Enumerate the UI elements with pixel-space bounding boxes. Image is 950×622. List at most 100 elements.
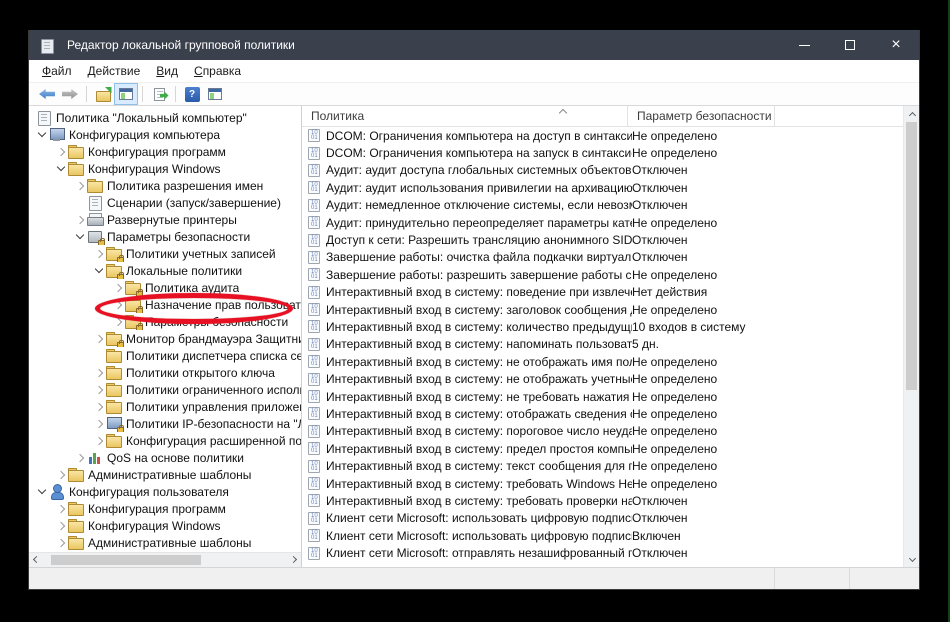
help-button[interactable] (181, 84, 203, 104)
policy-row[interactable]: Интерактивный вход в систему: заголовок … (302, 301, 903, 318)
tree-item[interactable]: Развернутые принтеры (29, 211, 301, 228)
policy-row[interactable]: Аудит: аудит доступа глобальных системны… (302, 162, 903, 179)
new-window-button[interactable] (204, 84, 226, 104)
vertical-scrollbar[interactable] (903, 106, 919, 567)
tree-item[interactable]: Административные шаблоны (29, 466, 301, 483)
chevron-right-icon[interactable] (73, 179, 86, 192)
forward-arrow-button[interactable] (59, 84, 81, 104)
scroll-down-icon[interactable] (905, 553, 918, 566)
policy-row[interactable]: Аудит: принудительно переопределяет пара… (302, 214, 903, 231)
tree-item[interactable]: Политики ограниченного исполь (29, 381, 301, 398)
policy-row[interactable]: Клиент сети Microsoft: использовать цифр… (302, 527, 903, 544)
tree-item-label: Политика разрешения имен (107, 179, 263, 193)
scroll-left-icon[interactable] (29, 553, 42, 566)
policy-row[interactable]: Интерактивный вход в систему: напоминать… (302, 336, 903, 353)
sec-icon (87, 229, 103, 244)
chevron-down-icon[interactable] (35, 128, 48, 141)
policy-row[interactable]: Аудит: аудит использования привилегии на… (302, 179, 903, 196)
export-list-button[interactable] (148, 84, 170, 104)
horizontal-scrollbar[interactable] (29, 552, 301, 567)
policy-icon (308, 425, 320, 438)
tree-item[interactable]: Политика "Локальный компьютер" (29, 109, 301, 126)
policy-row[interactable]: Интерактивный вход в систему: требовать … (302, 492, 903, 509)
chevron-right-icon[interactable] (92, 366, 105, 379)
chevron-right-icon[interactable] (54, 519, 67, 532)
policy-row[interactable]: Интерактивный вход в систему: отображать… (302, 405, 903, 422)
column-header-policy[interactable]: Политика (302, 106, 628, 126)
policy-row[interactable]: Доступ к сети: Разрешить трансляцию анон… (302, 231, 903, 248)
chevron-down-icon[interactable] (35, 485, 48, 498)
scroll-up-icon[interactable] (905, 107, 918, 120)
tree-item[interactable]: Конфигурация компьютера (29, 126, 301, 143)
policy-row[interactable]: DCOM: Ограничения компьютера на запуск в… (302, 144, 903, 161)
hscroll-thumb[interactable] (51, 555, 201, 565)
tree-item[interactable]: Конфигурация Windows (29, 160, 301, 177)
maximize-button[interactable] (827, 30, 873, 60)
policy-row[interactable]: Интерактивный вход в систему: требовать … (302, 475, 903, 492)
policy-row[interactable]: Интерактивный вход в систему: не отображ… (302, 353, 903, 370)
chevron-right-icon[interactable] (92, 383, 105, 396)
chevron-right-icon[interactable] (92, 332, 105, 345)
policy-row[interactable]: Клиент сети Microsoft: использовать цифр… (302, 510, 903, 527)
chevron-right-icon[interactable] (92, 400, 105, 413)
chevron-right-icon[interactable] (54, 502, 67, 515)
back-arrow-button[interactable] (36, 84, 58, 104)
chevron-right-icon[interactable] (92, 434, 105, 447)
show-console-tree-button[interactable] (115, 84, 137, 104)
tree-item[interactable]: Политики учетных записей (29, 245, 301, 262)
menu-action[interactable]: Действие (80, 61, 149, 81)
tree-item[interactable]: Конфигурация программ (29, 500, 301, 517)
policy-row[interactable]: Завершение работы: разрешить завершение … (302, 266, 903, 283)
chevron-right-icon[interactable] (73, 451, 86, 464)
policy-row[interactable]: Интерактивный вход в систему: пороговое … (302, 423, 903, 440)
console-root-folder-button[interactable] (92, 84, 114, 104)
vscroll-thumb[interactable] (906, 122, 917, 390)
policy-row[interactable]: Интерактивный вход в систему: текст сооб… (302, 457, 903, 474)
tree-item[interactable]: Конфигурация пользователя (29, 483, 301, 500)
tree-item[interactable]: Сценарии (запуск/завершение) (29, 194, 301, 211)
policy-icon (308, 442, 320, 455)
menu-help[interactable]: Справка (186, 61, 249, 81)
tree-item[interactable]: Конфигурация Windows (29, 517, 301, 534)
chevron-right-icon[interactable] (54, 468, 67, 481)
chevron-down-icon[interactable] (54, 162, 67, 175)
tree-item[interactable]: Административные шаблоны (29, 534, 301, 551)
tree-item[interactable]: Политики IP-безопасности на "Ло (29, 415, 301, 432)
tree-item[interactable]: QoS на основе политики (29, 449, 301, 466)
forward-arrow-icon (62, 89, 78, 99)
scroll-right-icon[interactable] (288, 553, 301, 566)
policy-icon (308, 251, 320, 264)
tree-item[interactable]: Политика разрешения имен (29, 177, 301, 194)
policy-row[interactable]: Интерактивный вход в систему: количество… (302, 318, 903, 335)
chevron-right-icon[interactable] (54, 536, 67, 549)
chevron-right-icon[interactable] (92, 247, 105, 260)
tree-item[interactable]: Параметры безопасности (29, 228, 301, 245)
chevron-right-icon[interactable] (92, 417, 105, 430)
close-button[interactable]: × (873, 30, 919, 60)
folder-icon (106, 348, 122, 363)
policy-row[interactable]: Аудит: немедленное отключение системы, е… (302, 197, 903, 214)
policy-row[interactable]: Интерактивный вход в систему: не требова… (302, 388, 903, 405)
policy-row[interactable]: DCOM: Ограничения компьютера на доступ в… (302, 127, 903, 144)
policy-row[interactable]: Клиент сети Microsoft: отправлять незаши… (302, 544, 903, 561)
minimize-button[interactable] (781, 30, 827, 60)
chevron-right-icon[interactable] (73, 213, 86, 226)
policy-row[interactable]: Интерактивный вход в систему: предел про… (302, 440, 903, 457)
tree-item[interactable]: Локальные политики (29, 262, 301, 279)
column-header-setting[interactable]: Параметр безопасности (628, 106, 775, 126)
policy-row[interactable]: Интерактивный вход в систему: не отображ… (302, 370, 903, 387)
chevron-right-icon[interactable] (54, 145, 67, 158)
menu-file[interactable]: Файл (34, 61, 80, 81)
tree-item[interactable]: Монитор брандмауэра Защитник (29, 330, 301, 347)
tree-item[interactable]: Политики управления приложени (29, 398, 301, 415)
chevron-down-icon[interactable] (73, 230, 86, 243)
policy-row[interactable]: Завершение работы: очистка файла подкачк… (302, 249, 903, 266)
chevron-down-icon[interactable] (92, 264, 105, 277)
tree-item[interactable]: Конфигурация программ (29, 143, 301, 160)
chevron-right-icon[interactable] (111, 281, 124, 294)
tree-item[interactable]: Политики открытого ключа (29, 364, 301, 381)
policy-row[interactable]: Интерактивный вход в систему: поведение … (302, 284, 903, 301)
tree-item[interactable]: Политики диспетчера списка сете (29, 347, 301, 364)
menu-view[interactable]: Вид (148, 61, 186, 81)
tree-item[interactable]: Конфигурация расширенной пол (29, 432, 301, 449)
